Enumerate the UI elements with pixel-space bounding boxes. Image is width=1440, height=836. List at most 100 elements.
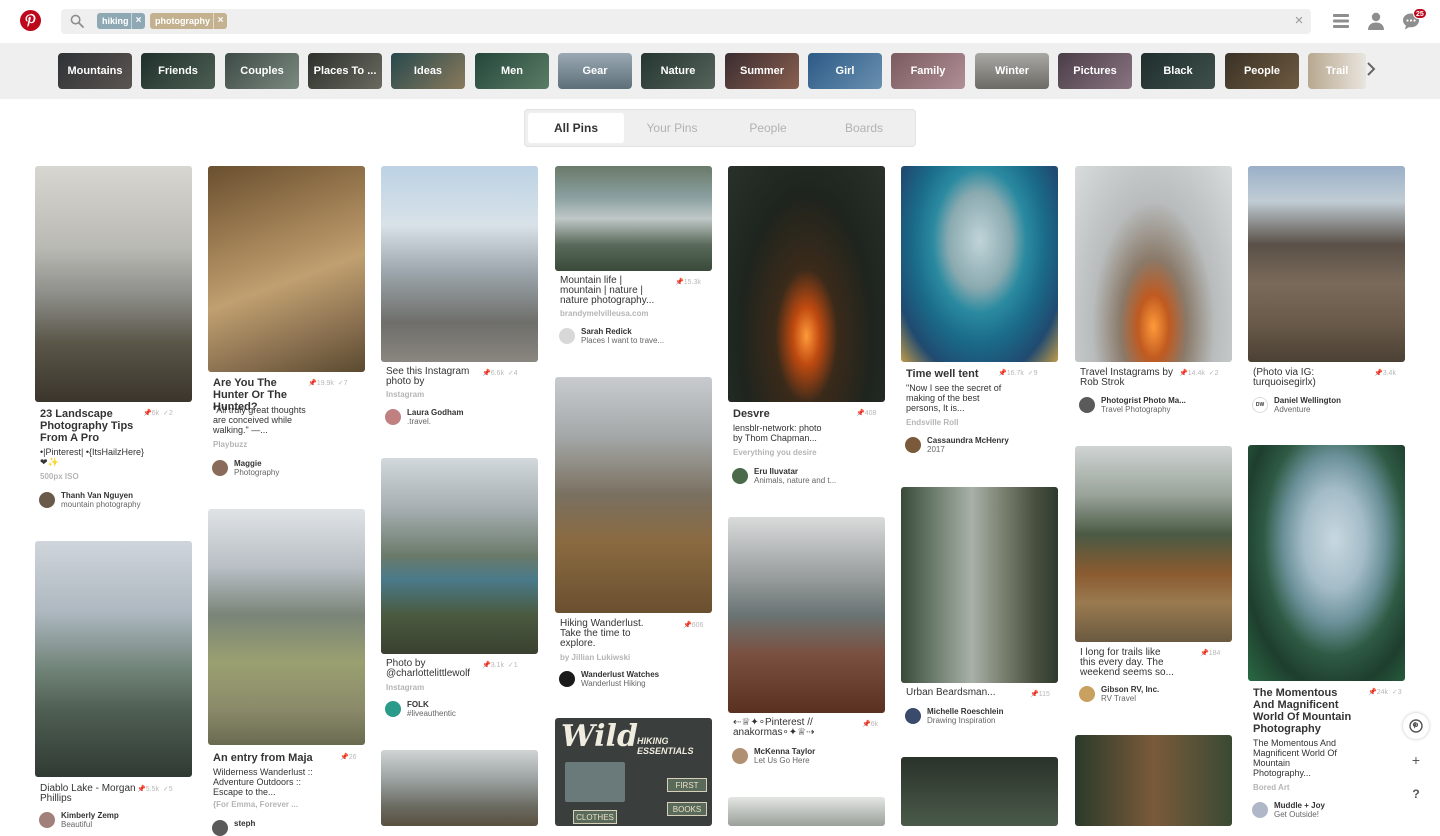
avatar[interactable]: [559, 671, 575, 687]
pin-board[interactable]: Drawing Inspiration: [927, 716, 995, 725]
pin-image[interactable]: [381, 750, 538, 826]
pin-card[interactable]: [728, 797, 885, 826]
pin-source[interactable]: brandymelvilleusa.com: [560, 309, 648, 319]
tab-people[interactable]: People: [720, 113, 816, 143]
pin-user[interactable]: Kimberly Zemp: [61, 811, 119, 820]
pin-source[interactable]: Bored Art: [1253, 783, 1290, 793]
guide-nature[interactable]: Nature: [641, 53, 715, 89]
pin-user[interactable]: Laura Godham: [407, 408, 463, 417]
pin-image[interactable]: [728, 517, 885, 713]
pin-image[interactable]: [208, 509, 365, 745]
pin-card[interactable]: Urban Beardsman... 📌115 Michelle Roeschl…: [901, 487, 1058, 737]
pin-image[interactable]: [901, 757, 1058, 826]
pin-source[interactable]: Instagram: [386, 683, 424, 693]
avatar[interactable]: DW: [1252, 397, 1268, 413]
pin-image[interactable]: [728, 166, 885, 402]
avatar[interactable]: [385, 701, 401, 717]
tab-your-pins[interactable]: Your Pins: [624, 113, 720, 143]
add-button[interactable]: +: [1403, 747, 1429, 773]
pin-user[interactable]: Maggie: [234, 459, 262, 468]
avatar[interactable]: [212, 820, 228, 836]
guide-winter[interactable]: Winter: [975, 53, 1049, 89]
guide-black[interactable]: Black: [1141, 53, 1215, 89]
guide-pictures[interactable]: Pictures: [1058, 53, 1132, 89]
pin-user[interactable]: Wanderlust Watches: [581, 670, 659, 679]
pin-source[interactable]: Playbuzz: [213, 440, 247, 450]
pin-image[interactable]: [1075, 166, 1232, 362]
pin-card[interactable]: Travel Instagrams by Rob Strok 📌14.4k ✓2…: [1075, 166, 1232, 426]
profile-icon[interactable]: [1366, 11, 1386, 31]
guide-family[interactable]: Family: [891, 53, 965, 89]
pin-board[interactable]: Beautiful: [61, 820, 92, 829]
pin-image[interactable]: [1248, 166, 1405, 362]
pin-user[interactable]: Thanh Van Nguyen: [61, 491, 133, 500]
pin-card[interactable]: 23 Landscape Photography Tips From A Pro…: [35, 166, 192, 516]
pin-user[interactable]: Sarah Redick: [581, 327, 632, 336]
guide-places-to[interactable]: Places To ...: [308, 53, 382, 89]
pin-source[interactable]: by Jillian Lukiwski: [560, 653, 630, 663]
pin-card[interactable]: ⇠♕✦∘Pinterest // anakormas∘✦♕⇢ 📌6k McKen…: [728, 517, 885, 772]
remove-chip-icon[interactable]: ×: [131, 13, 145, 29]
clear-search-icon[interactable]: ×: [1291, 12, 1307, 30]
pin-image[interactable]: [208, 166, 365, 372]
guide-mountains[interactable]: Mountains: [58, 53, 132, 89]
avatar[interactable]: [732, 468, 748, 484]
pin-board[interactable]: Wanderlust Hiking: [581, 679, 646, 688]
pin-board[interactable]: Places I want to trave...: [581, 336, 664, 345]
avatar[interactable]: [905, 708, 921, 724]
search-bar[interactable]: hiking × photography × ×: [61, 9, 1311, 34]
pin-user[interactable]: Cassaundra McHenry: [927, 436, 1009, 445]
pin-user[interactable]: Daniel Wellington: [1274, 396, 1341, 405]
guide-couples[interactable]: Couples: [225, 53, 299, 89]
pin-card[interactable]: [381, 750, 538, 826]
pin-source[interactable]: Instagram: [386, 390, 424, 400]
pin-user[interactable]: Photogrist Photo Ma...: [1101, 396, 1186, 405]
pin-image[interactable]: Wild HIKING ESSENTIALS FIRST BOOKS CLOTH…: [555, 718, 712, 826]
pin-card[interactable]: I long for trails like this every day. T…: [1075, 446, 1232, 716]
pin-card[interactable]: [901, 757, 1058, 826]
pin-user[interactable]: Gibson RV, Inc.: [1101, 685, 1159, 694]
pin-card[interactable]: The Momentous And Magnificent World Of M…: [1248, 445, 1405, 826]
tab-all-pins[interactable]: All Pins: [528, 113, 624, 143]
pin-card[interactable]: An entry from Maja 📌26 Wilderness Wander…: [208, 509, 365, 836]
pin-board[interactable]: Animals, nature and t...: [754, 476, 836, 485]
pin-image[interactable]: [1248, 445, 1405, 681]
pin-card[interactable]: Hiking Wanderlust. Take the time to expl…: [555, 377, 712, 692]
pin-board[interactable]: #liveauthentic: [407, 709, 456, 718]
avatar[interactable]: [385, 409, 401, 425]
pin-source[interactable]: 500px ISO: [40, 472, 79, 482]
pin-card[interactable]: Photo by @charlottelittlewolf 📌3.1k ✓1 I…: [381, 458, 538, 728]
pin-card[interactable]: Are You The Hunter Or The Hunted? 📌19.9k…: [208, 166, 365, 486]
avatar[interactable]: [1079, 686, 1095, 702]
guide-men[interactable]: Men: [475, 53, 549, 89]
guide-ideas[interactable]: Ideas: [391, 53, 465, 89]
pin-image[interactable]: [901, 487, 1058, 683]
pin-image[interactable]: [728, 797, 885, 826]
pin-board[interactable]: mountain photography: [61, 500, 141, 509]
pin-card[interactable]: See this Instagram photo by 📌6.6k ✓4 Ins…: [381, 166, 538, 436]
pin-user[interactable]: Michelle Roeschlein: [927, 707, 1003, 716]
guide-trail[interactable]: Trail: [1308, 53, 1366, 89]
guide-girl[interactable]: Girl: [808, 53, 882, 89]
pin-image[interactable]: [381, 458, 538, 654]
pin-card[interactable]: Diablo Lake - Morgan Phillips 📌5.5k ✓5 K…: [35, 541, 192, 829]
avatar[interactable]: [1252, 802, 1268, 818]
avatar[interactable]: [212, 460, 228, 476]
guide-gear[interactable]: Gear: [558, 53, 632, 89]
menu-icon[interactable]: [1331, 11, 1351, 31]
pin-image[interactable]: [555, 377, 712, 613]
guide-friends[interactable]: Friends: [141, 53, 215, 89]
pin-card[interactable]: [1075, 735, 1232, 826]
remove-chip-icon[interactable]: ×: [213, 13, 227, 29]
pin-board[interactable]: 2017: [927, 445, 945, 454]
tab-boards[interactable]: Boards: [816, 113, 912, 143]
pin-user[interactable]: Eru Iluvatar: [754, 467, 798, 476]
pin-user[interactable]: FOLK: [407, 700, 429, 709]
pin-card[interactable]: Time well tent 📌16.7k ✓9 "Now I see the …: [901, 166, 1058, 466]
pin-board[interactable]: Photography: [234, 468, 279, 477]
pin-image[interactable]: [1075, 446, 1232, 642]
pin-image[interactable]: [1075, 735, 1232, 826]
pin-source[interactable]: Everything you desire: [733, 448, 817, 458]
pin-user[interactable]: steph: [234, 819, 255, 828]
pin-card[interactable]: (Photo via IG: turquoisegirlx) 📌3.4k DW …: [1248, 166, 1405, 426]
